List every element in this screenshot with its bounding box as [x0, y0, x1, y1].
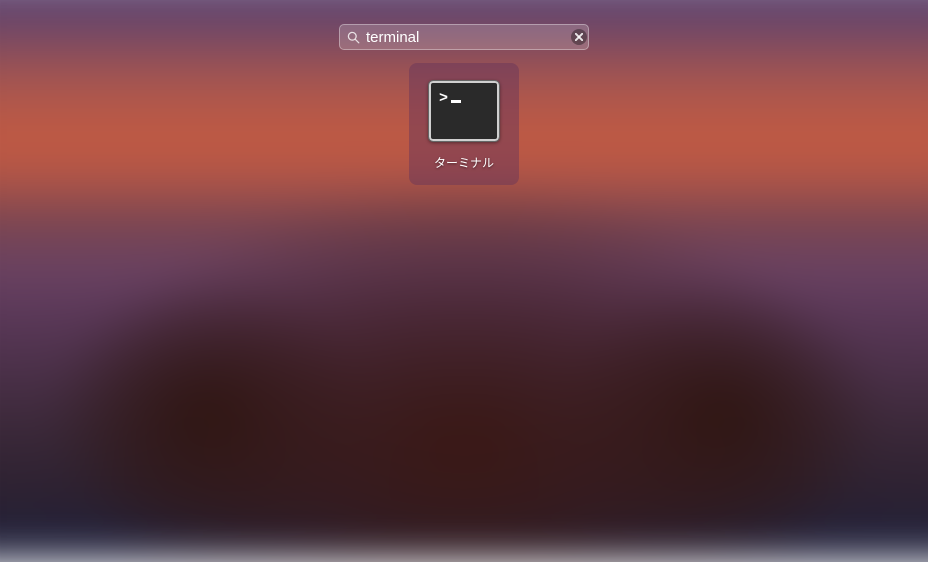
search-icon — [346, 30, 360, 44]
app-tile-terminal[interactable]: > ターミナル — [409, 63, 519, 185]
terminal-prompt-glyph: > — [439, 91, 461, 106]
search-results: > ターミナル — [409, 63, 519, 185]
search-bar[interactable] — [339, 24, 589, 50]
app-label: ターミナル — [434, 154, 494, 171]
launchpad-overlay: > ターミナル — [0, 0, 928, 535]
terminal-icon: > — [428, 80, 500, 142]
clear-search-button[interactable] — [571, 29, 587, 45]
search-input[interactable] — [366, 29, 565, 46]
